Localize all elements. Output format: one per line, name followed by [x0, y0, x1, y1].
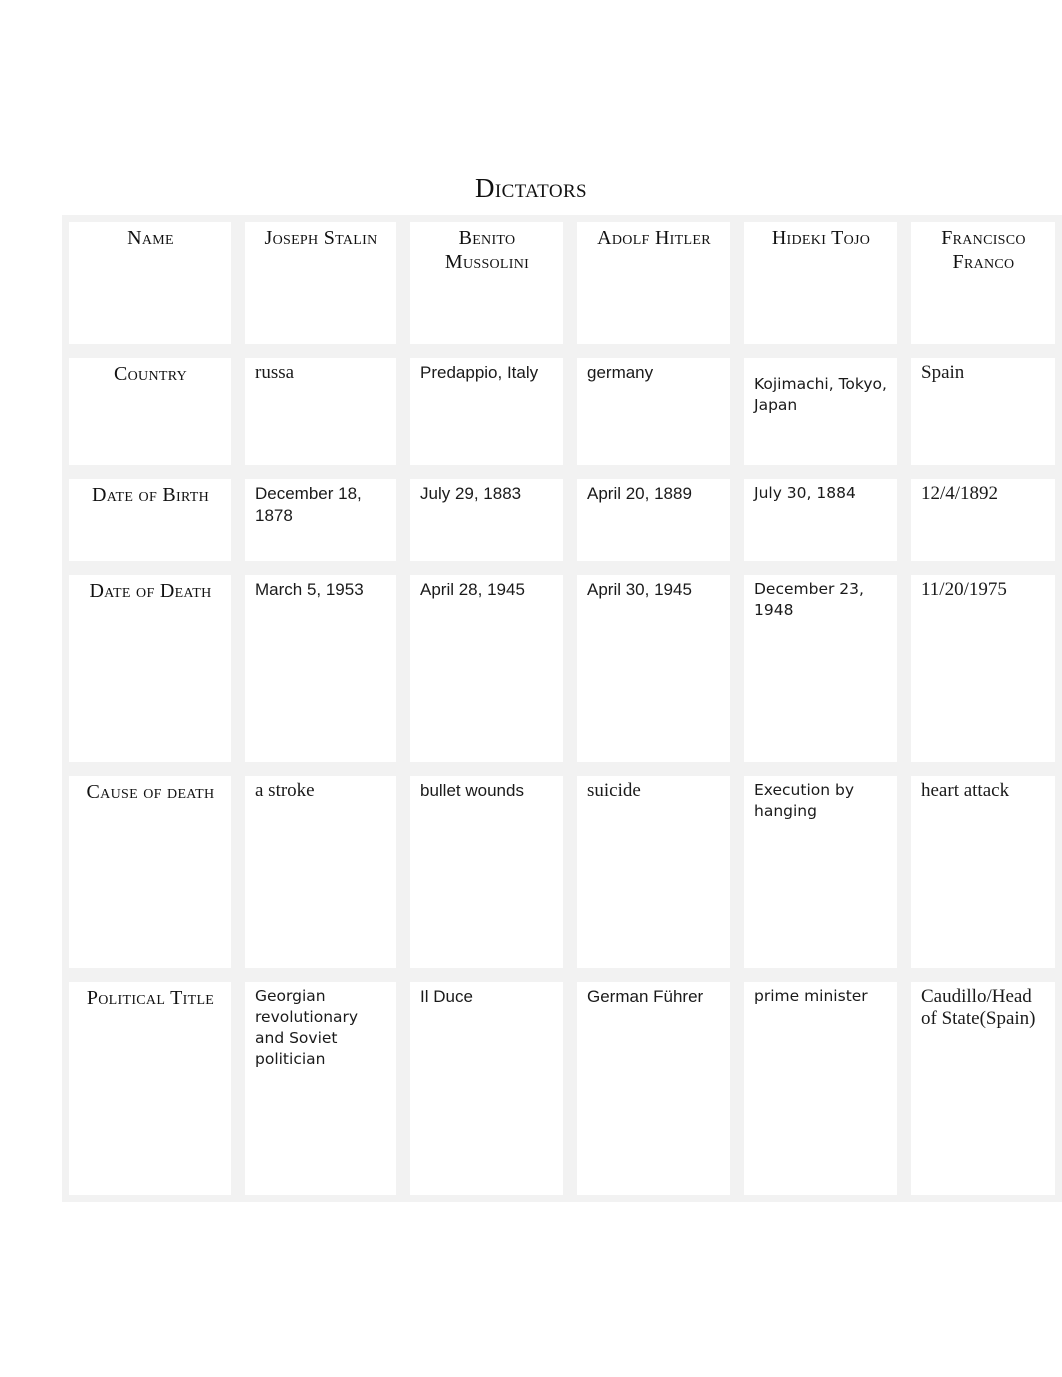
row-label-country: Country	[62, 351, 238, 472]
cell-title-stalin: Georgian revolutionary and Soviet politi…	[238, 975, 403, 1202]
page-title: Dictators	[474, 173, 588, 203]
cell-cod-mussolini: bullet wounds	[403, 769, 570, 975]
cell-dob-hitler: April 20, 1889	[570, 472, 737, 568]
cell-country-tojo: Kojimachi, Tokyo, Japan	[737, 351, 904, 472]
cell-cod-tojo: Execution by hanging	[737, 769, 904, 975]
cell-dod-franco: 11/20/1975	[904, 568, 1062, 769]
header-cell-mussolini: Benito Mussolini	[403, 215, 570, 351]
cell-dod-stalin: March 5, 1953	[238, 568, 403, 769]
cell-cod-stalin: a stroke	[238, 769, 403, 975]
row-label-cause-of-death: Cause of death	[62, 769, 238, 975]
cell-dob-tojo: July 30, 1884	[737, 472, 904, 568]
cell-dod-hitler: April 30, 1945	[570, 568, 737, 769]
header-cell-stalin: Joseph Stalin	[238, 215, 403, 351]
cell-country-mussolini: Predappio, Italy	[403, 351, 570, 472]
cell-cod-franco: heart attack	[904, 769, 1062, 975]
cell-dob-franco: 12/4/1892	[904, 472, 1062, 568]
cell-dob-stalin: December 18, 1878	[238, 472, 403, 568]
cell-title-hitler: German Führer	[570, 975, 737, 1202]
header-cell-hitler: Adolf Hitler	[570, 215, 737, 351]
cell-dod-mussolini: April 28, 1945	[403, 568, 570, 769]
row-label-political-title: Political Title	[62, 975, 238, 1202]
table-row: Date of Death March 5, 1953 April 28, 19…	[62, 568, 1062, 769]
row-label-date-of-death: Date of Death	[62, 568, 238, 769]
dictators-table-container: Name Joseph Stalin Benito Mussolini Adol…	[61, 214, 1062, 1202]
header-cell-franco: Francisco Franco	[904, 215, 1062, 351]
cell-title-mussolini: Il Duce	[403, 975, 570, 1202]
cell-dob-mussolini: July 29, 1883	[403, 472, 570, 568]
table-row: Date of Birth December 18, 1878 July 29,…	[62, 472, 1062, 568]
table-row: Country russa Predappio, Italy germany K…	[62, 351, 1062, 472]
cell-country-hitler: germany	[570, 351, 737, 472]
cell-title-tojo: prime minister	[737, 975, 904, 1202]
cell-title-franco: Caudillo/Head of State(Spain)	[904, 975, 1062, 1202]
table-row: Cause of death a stroke bullet wounds su…	[62, 769, 1062, 975]
cell-country-franco: Spain	[904, 351, 1062, 472]
table-row: Political Title Georgian revolutionary a…	[62, 975, 1062, 1202]
row-label-date-of-birth: Date of Birth	[62, 472, 238, 568]
table-header-row: Name Joseph Stalin Benito Mussolini Adol…	[62, 215, 1062, 351]
cell-dod-tojo: December 23, 1948	[737, 568, 904, 769]
header-cell-name: Name	[62, 215, 238, 351]
dictators-table: Name Joseph Stalin Benito Mussolini Adol…	[62, 215, 1062, 1202]
cell-cod-hitler: suicide	[570, 769, 737, 975]
cell-country-stalin: russa	[238, 351, 403, 472]
document-page: Dictators Name Joseph Stalin Benito Muss…	[0, 0, 1062, 1377]
header-cell-tojo: Hideki Tojo	[737, 215, 904, 351]
